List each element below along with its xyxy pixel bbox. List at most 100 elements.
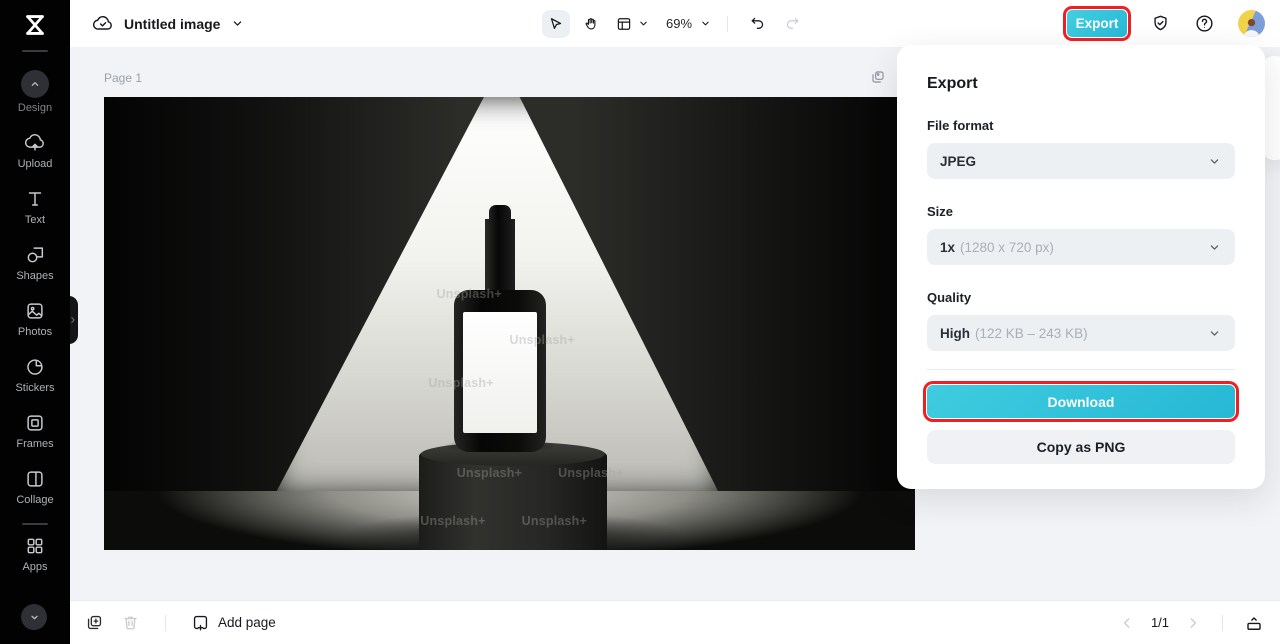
document-title[interactable]: Untitled image	[124, 16, 220, 32]
sidebar-item-shapes[interactable]: Shapes	[0, 235, 70, 291]
download-button[interactable]: Download	[923, 381, 1239, 422]
page-label: Page 1	[104, 71, 143, 85]
photo-pedestal	[418, 442, 607, 550]
sidebar-divider	[22, 523, 48, 525]
bottle-neck	[484, 219, 515, 297]
title-menu-chevron-icon[interactable]	[230, 16, 245, 31]
quality-label: Quality	[927, 290, 972, 305]
collapse-design-button[interactable]	[21, 70, 49, 98]
trash-icon	[124, 616, 137, 630]
copy-as-png-button[interactable]: Copy as PNG	[927, 430, 1235, 464]
panel-divider	[927, 369, 1235, 370]
delete-page-button[interactable]	[121, 613, 140, 632]
chevron-right-icon	[1190, 617, 1196, 628]
sidebar-item-label: Photos	[17, 326, 53, 338]
watermark: Unsplash+	[436, 287, 502, 302]
export-panel-title: Export	[927, 75, 978, 92]
chevron-down-icon	[1207, 240, 1222, 255]
shield-check-icon[interactable]	[1150, 13, 1171, 34]
chevron-down-icon	[640, 21, 647, 26]
sidebar-scroll-down-button[interactable]	[21, 604, 47, 630]
add-page-icon	[193, 615, 208, 631]
prev-page-button[interactable]	[1119, 615, 1135, 631]
duplicate-page-button[interactable]	[85, 613, 104, 632]
bottombar-divider	[1222, 614, 1223, 631]
sidebar-item-label: Shapes	[16, 270, 54, 282]
watermark: Unsplash+	[456, 466, 523, 481]
chevron-down-icon	[1207, 154, 1222, 169]
size-select[interactable]: 1x (1280 x 720 px)	[927, 229, 1235, 265]
sidebar-item-text[interactable]: Text	[0, 179, 70, 235]
watermark: Unsplash+	[521, 513, 588, 528]
chevron-left-icon	[1124, 617, 1130, 628]
page-indicator: 1/1	[1150, 615, 1170, 630]
sidebar-item-label: Frames	[16, 438, 54, 450]
topbar: Untitled image 69% Export	[70, 0, 1280, 47]
cloud-saved-icon	[92, 15, 112, 30]
toolbar-divider	[727, 15, 729, 32]
present-button[interactable]	[1244, 613, 1264, 633]
sidebar-item-stickers[interactable]: Stickers	[0, 347, 70, 403]
bottombar-divider	[165, 614, 166, 631]
avatar[interactable]	[1238, 10, 1265, 37]
sidebar: Design Upload Text Shapes Photos Sticker…	[0, 0, 70, 644]
select-tool-button[interactable]	[542, 9, 570, 38]
file-format-label: File format	[927, 118, 994, 133]
sidebar-divider	[22, 50, 48, 52]
size-detail: (1280 x 720 px)	[960, 239, 1054, 255]
watermark: Unsplash+	[509, 332, 575, 347]
sidebar-item-design[interactable]: Design	[0, 61, 70, 123]
duplicate-page-icon[interactable]	[870, 69, 886, 85]
chevron-down-icon	[1207, 326, 1222, 341]
quality-select[interactable]: High (122 KB – 243 KB)	[927, 315, 1235, 351]
export-panel: Export File format JPEG Size 1x (1280 x …	[897, 45, 1265, 489]
redo-button[interactable]	[778, 10, 806, 38]
sidebar-item-frames[interactable]: Frames	[0, 403, 70, 459]
sidebar-item-label: Stickers	[15, 382, 55, 394]
sidebar-item-label: Apps	[22, 561, 48, 573]
canvas-page[interactable]: Unsplash+ Unsplash+ Unsplash+ Unsplash+ …	[104, 97, 915, 550]
photos-icon	[27, 303, 43, 319]
bottombar: Add page 1/1	[70, 600, 1280, 644]
hand-icon	[585, 17, 596, 30]
file-format-value: JPEG	[940, 153, 977, 169]
redo-icon	[786, 17, 798, 29]
size-value: 1x	[940, 239, 956, 255]
canvas-size-button[interactable]	[612, 10, 653, 38]
watermark: Unsplash+	[428, 375, 494, 390]
sidebar-item-label: Design	[17, 102, 53, 114]
person-silhouette-icon	[1243, 18, 1260, 37]
upload-cloud-icon	[24, 134, 44, 151]
quality-detail: (122 KB – 243 KB)	[975, 325, 1088, 341]
text-icon	[28, 192, 42, 206]
present-icon	[1247, 616, 1261, 630]
frames-icon	[27, 415, 43, 431]
sidebar-item-label: Upload	[17, 158, 53, 170]
capcut-logo-icon[interactable]	[20, 10, 50, 40]
duplicate-page-icon	[87, 615, 102, 630]
add-page-button[interactable]: Add page	[191, 613, 276, 632]
watermark: Unsplash+	[420, 513, 486, 528]
next-page-button[interactable]	[1185, 615, 1201, 631]
sidebar-item-upload[interactable]: Upload	[0, 123, 70, 179]
size-label: Size	[927, 204, 954, 219]
undo-button[interactable]	[743, 10, 771, 38]
sidebar-item-photos[interactable]: Photos	[0, 291, 70, 347]
undo-icon	[751, 17, 763, 29]
sidebar-item-label: Text	[24, 214, 46, 226]
chevron-down-icon	[30, 615, 38, 619]
canvas-size-icon	[617, 17, 631, 30]
file-format-select[interactable]: JPEG	[927, 143, 1235, 179]
stickers-icon	[27, 359, 43, 375]
sidebar-item-apps[interactable]: Apps	[0, 533, 70, 582]
chevron-up-icon	[31, 82, 39, 86]
collage-icon	[27, 471, 43, 487]
bottle-label	[462, 311, 537, 433]
export-button[interactable]: Export	[1063, 6, 1131, 41]
help-icon[interactable]	[1194, 13, 1215, 34]
sidebar-item-collage[interactable]: Collage	[0, 459, 70, 515]
shapes-icon	[27, 247, 44, 263]
watermark: Unsplash+	[558, 466, 624, 481]
zoom-menu-chevron-icon[interactable]	[699, 17, 712, 30]
hand-tool-button[interactable]	[577, 10, 605, 38]
